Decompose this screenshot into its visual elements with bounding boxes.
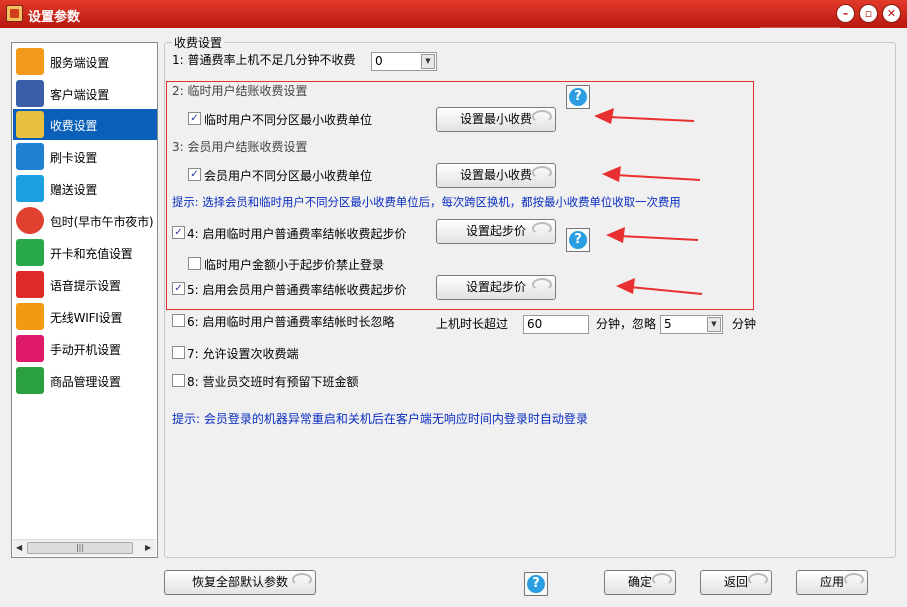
scroll-right-icon[interactable]: ▶ [145, 543, 151, 552]
billing-icon [16, 111, 44, 138]
set-start-price-button-2[interactable]: 设置起步价 [436, 275, 556, 300]
sidebar-item-voice[interactable]: 语音提示设置 [13, 269, 157, 300]
secondary-billing-checkbox[interactable] [172, 346, 185, 359]
temp-start-price-checkbox[interactable]: ✓ [172, 226, 185, 239]
set-min-charge-button-1[interactable]: 设置最小收费 [436, 107, 556, 132]
set-min-charge-button-2[interactable]: 设置最小收费 [436, 163, 556, 188]
temp-user-zone-label: 临时用户不同分区最小收费单位 [204, 113, 373, 127]
card-icon [16, 143, 44, 170]
section-title: 收费设置 [172, 34, 225, 51]
sidebar-item-card[interactable]: 刷卡设置 [13, 141, 157, 172]
sidebar-item-label: 商品管理设置 [50, 375, 121, 389]
sidebar-item-label: 服务端设置 [50, 56, 110, 70]
close-button[interactable]: ✕ [882, 4, 901, 23]
sidebar-item-manual-boot[interactable]: 手动开机设置 [13, 333, 157, 364]
sidebar-item-label: 语音提示设置 [50, 279, 121, 293]
scroll-left-icon[interactable]: ◀ [16, 543, 22, 552]
secondary-billing-label: 7: 允许设置次收费端 [187, 347, 299, 361]
member-zone-checkbox[interactable]: ✓ [188, 168, 201, 181]
sidebar-item-label: 刷卡设置 [50, 151, 98, 165]
maximize-icon: ▫ [864, 7, 873, 20]
restore-defaults-button[interactable]: 恢复全部默认参数 [164, 570, 316, 595]
help-button-3[interactable]: ? [524, 572, 548, 596]
help-icon: ? [527, 575, 545, 593]
duration-minutes-input[interactable]: 60 [523, 315, 589, 334]
free-minutes-label: 1: 普通费率上机不足几分钟不收费 [172, 53, 356, 67]
free-minutes-value: 0 [375, 54, 383, 68]
sidebar-item-label: 赠送设置 [50, 183, 98, 197]
ignore-minutes-select[interactable]: 5 ▼ [660, 315, 723, 334]
shift-reserve-label: 8: 营业员交班时有预留下班金额 [187, 375, 359, 389]
duration-over-label: 上机时长超过 [436, 317, 509, 331]
sidebar-item-label: 客户端设置 [50, 88, 110, 102]
microphone-icon [16, 271, 44, 298]
sidebar-item-time-package[interactable]: 包时(早市午市夜市) [13, 205, 157, 236]
monitor-icon [16, 80, 44, 107]
tip-auto-login: 提示: 会员登录的机器异常重启和关机后在客户端无响应时间内登录时自动登录 [172, 412, 588, 426]
window-title: 设置参数 [28, 10, 81, 25]
settings-sidebar[interactable]: 服务端设置 客户端设置 收费设置 刷卡设置 赠送设置 包时(早市午市夜市) 开卡… [11, 42, 158, 558]
sidebar-item-gift[interactable]: 赠送设置 [13, 173, 157, 204]
member-start-price-label: 5: 启用会员用户普通费率结帐收费起步价 [187, 283, 407, 297]
maximize-button[interactable]: ▫ [859, 4, 878, 23]
title-ornament [760, 0, 840, 28]
ok-button[interactable]: 确定 [604, 570, 676, 595]
temp-user-zone-checkbox[interactable]: ✓ [188, 112, 201, 125]
set-start-price-button-1[interactable]: 设置起步价 [436, 219, 556, 244]
gift-icon [16, 175, 44, 202]
free-minutes-select[interactable]: 0 ▼ [371, 52, 437, 71]
sidebar-item-goods[interactable]: 商品管理设置 [13, 365, 157, 396]
sidebar-item-client[interactable]: 客户端设置 [13, 78, 157, 109]
block-login-checkbox[interactable] [188, 257, 201, 270]
scroll-thumb[interactable]: ||| [27, 542, 133, 554]
help-icon: ? [569, 88, 587, 106]
minimize-button[interactable]: – [836, 4, 855, 23]
shift-reserve-checkbox[interactable] [172, 374, 185, 387]
sidebar-item-server[interactable]: 服务端设置 [13, 46, 157, 77]
help-button-2[interactable]: ? [566, 228, 590, 252]
temp-start-price-label: 4: 启用临时用户普通费率结帐收费起步价 [187, 227, 407, 241]
title-bar[interactable]: 设置参数 – ▫ ✕ [0, 0, 907, 28]
member-billing-label: 3: 会员用户结账收费设置 [172, 140, 308, 154]
hand-power-icon [16, 335, 44, 362]
clock-icon [16, 207, 44, 234]
block-login-label: 临时用户金额小于起步价禁止登录 [204, 258, 385, 272]
back-button[interactable]: 返回 [700, 570, 772, 595]
ignore-minutes-value: 5 [664, 317, 672, 331]
close-icon: ✕ [886, 7, 897, 20]
help-icon: ? [569, 231, 587, 249]
server-icon [16, 48, 44, 75]
cart-icon [16, 367, 44, 394]
sidebar-item-label: 包时(早市午市夜市) [50, 215, 154, 229]
chevron-down-icon[interactable]: ▼ [421, 54, 435, 69]
sidebar-item-label: 开卡和充值设置 [50, 247, 133, 261]
member-zone-label: 会员用户不同分区最小收费单位 [204, 169, 373, 183]
chevron-down-icon[interactable]: ▼ [707, 317, 721, 332]
tip-cross-zone: 提示: 选择会员和临时用户不同分区最小收费单位后，每次跨区换机，都按最小收费单位… [172, 195, 681, 209]
minutes-unit-label: 分钟 [732, 317, 757, 331]
apply-button[interactable]: 应用 [796, 570, 868, 595]
ignore-duration-checkbox[interactable] [172, 314, 185, 327]
minimize-icon: – [842, 7, 849, 20]
sidebar-item-card-recharge[interactable]: 开卡和充值设置 [13, 237, 157, 268]
sidebar-scrollbar[interactable]: ◀ ||| ▶ [13, 539, 156, 556]
member-start-price-checkbox[interactable]: ✓ [172, 282, 185, 295]
sidebar-item-label: 手动开机设置 [50, 343, 121, 357]
temp-user-billing-label: 2: 临时用户结账收费设置 [172, 84, 308, 98]
help-button-1[interactable]: ? [566, 85, 590, 109]
sidebar-item-billing[interactable]: 收费设置 [13, 109, 157, 140]
sidebar-item-label: 收费设置 [50, 119, 98, 133]
sidebar-item-wifi[interactable]: 无线WIFI设置 [13, 301, 157, 332]
wifi-icon [16, 303, 44, 330]
sidebar-item-label: 无线WIFI设置 [50, 311, 123, 325]
ignore-minutes-label: 分钟，忽略 [596, 317, 657, 331]
app-icon [6, 5, 23, 22]
ignore-duration-label: 6: 启用临时用户普通费率结帐时长忽略 [187, 315, 395, 329]
id-card-icon [16, 239, 44, 266]
